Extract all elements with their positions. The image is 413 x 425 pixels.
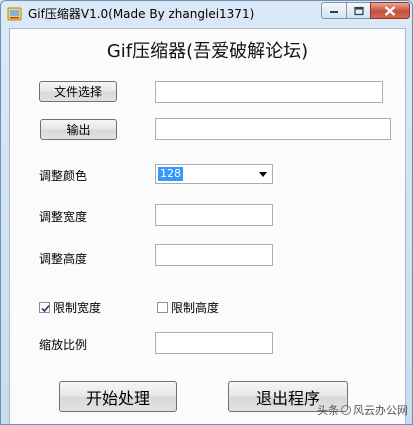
- file-path-input[interactable]: [155, 81, 383, 103]
- limit-width-label: 限制宽度: [53, 301, 102, 315]
- maximize-icon: [353, 6, 364, 15]
- chevron-down-icon: [259, 172, 267, 177]
- watermark: 头条 风云办公网: [317, 402, 408, 418]
- color-select[interactable]: 128: [155, 164, 273, 184]
- select-file-button[interactable]: 文件选择: [39, 81, 117, 102]
- limit-height-label: 限制高度: [171, 301, 220, 315]
- at-icon: [341, 405, 351, 415]
- close-button[interactable]: [370, 2, 410, 19]
- scale-input[interactable]: [155, 332, 273, 354]
- page-title: Gif压缩器(吾爱破解论坛): [106, 41, 309, 62]
- app-window: Gif压缩器V1.0(Made By zhanglei1371) Gif压缩器(…: [0, 0, 413, 425]
- check-icon: [41, 304, 50, 313]
- width-label: 调整宽度: [39, 210, 88, 224]
- color-label: 调整颜色: [39, 169, 88, 183]
- limit-height-checkbox[interactable]: 限制高度: [157, 299, 219, 316]
- output-button[interactable]: 输出: [40, 119, 117, 140]
- color-select-value: 128: [158, 167, 183, 181]
- start-button[interactable]: 开始处理: [59, 381, 177, 412]
- window-title: Gif压缩器V1.0(Made By zhanglei1371): [28, 7, 255, 21]
- width-input[interactable]: [155, 204, 273, 226]
- height-input[interactable]: [155, 244, 273, 266]
- title-bar[interactable]: Gif压缩器V1.0(Made By zhanglei1371): [1, 1, 412, 27]
- limit-width-checkbox[interactable]: 限制宽度: [39, 299, 101, 316]
- scale-label: 缩放比例: [39, 338, 88, 352]
- client-area: Gif压缩器(吾爱破解论坛) 文件选择 输出 调整颜色 128 调整宽度 调整高…: [9, 28, 406, 424]
- app-icon: [7, 6, 23, 22]
- output-path-input[interactable]: [155, 118, 391, 140]
- watermark-prefix: 头条: [317, 404, 339, 417]
- minimize-icon: [330, 10, 338, 13]
- height-label: 调整高度: [39, 252, 88, 266]
- minimize-button[interactable]: [321, 2, 347, 19]
- close-icon: [384, 5, 396, 16]
- checkbox-box[interactable]: [157, 302, 168, 313]
- watermark-name: 风云办公网: [353, 404, 408, 417]
- checkbox-box[interactable]: [39, 302, 50, 313]
- maximize-button[interactable]: [346, 2, 371, 19]
